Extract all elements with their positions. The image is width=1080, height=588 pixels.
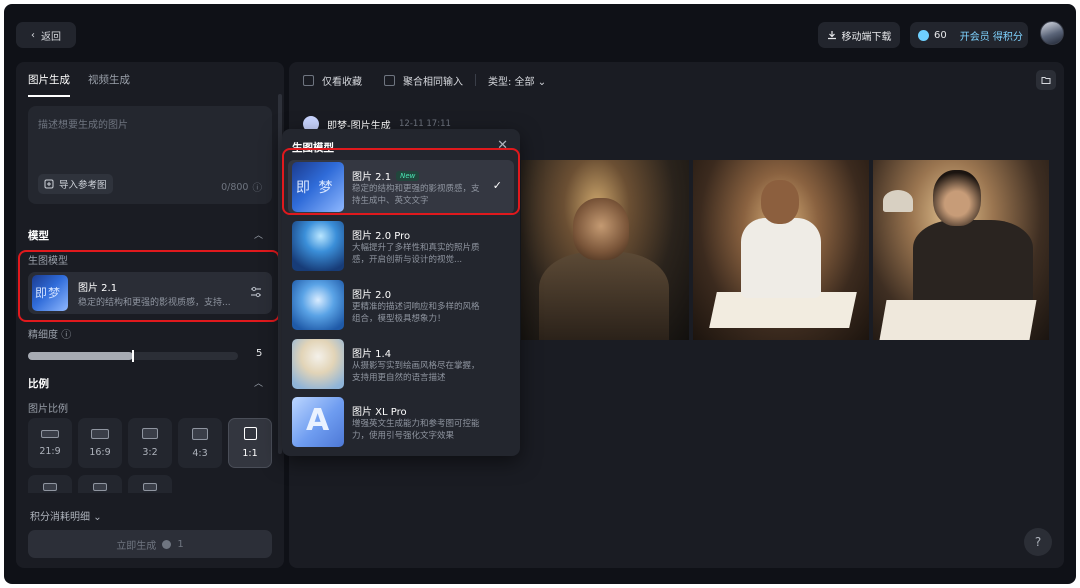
ratio-option-selected[interactable]: 1:1 [228, 418, 272, 468]
cost-detail-toggle[interactable]: 积分消耗明细 ⌄ [30, 508, 102, 523]
ratio-options-more [28, 475, 172, 493]
filter-bar: 仅看收藏 聚合相同输入 类型: 全部 ⌄ [303, 70, 546, 90]
highlight-box-model [18, 250, 280, 322]
model-section-title: 模型 [28, 230, 49, 242]
model-option-name: 图片 2.0 [352, 290, 392, 301]
model-option-desc: 大幅提升了多样性和真实的照片质感，开启创新与设计的视觉... [352, 243, 480, 265]
chevron-up-icon[interactable]: ︿ [254, 228, 263, 241]
tab-image-generation[interactable]: 图片生成 [28, 72, 70, 97]
detail-slider[interactable] [28, 350, 238, 362]
chevron-down-icon: ⌄ [93, 512, 102, 523]
import-reference-button[interactable]: 导入参考图 [38, 174, 113, 194]
ratio-shape-icon [142, 428, 158, 439]
type-filter-dropdown[interactable]: 类型: 全部 ⌄ [488, 73, 546, 88]
detail-label: 精细度 ⓘ [28, 326, 71, 341]
model-option[interactable]: A 图片 XL Pro 增强英文生成能力和参考图可控能力，使用引号强化文字效果 [288, 395, 514, 449]
ratio-option[interactable]: 16:9 [78, 418, 122, 468]
result-image[interactable] [693, 160, 869, 340]
image-import-icon [44, 179, 54, 189]
credit-coin-icon [918, 29, 929, 41]
ratio-shape-icon [91, 428, 109, 439]
model-option-thumbnail [292, 280, 344, 330]
merge-checkbox[interactable] [384, 74, 395, 86]
chevron-down-icon: ⌄ [537, 76, 547, 88]
ratio-shape-icon [192, 427, 208, 440]
cost-detail-label: 积分消耗明细 [30, 512, 90, 523]
divider [475, 74, 476, 86]
model-option-name: 图片 1.4 [352, 349, 392, 360]
result-image[interactable] [521, 160, 689, 340]
ratio-option[interactable]: 4:3 [178, 418, 222, 468]
detail-label-text: 精细度 [28, 330, 58, 341]
model-option[interactable]: 图片 2.0 更精准的描述词响应和多样的风格组合，模型极具想象力！ [288, 278, 514, 332]
char-counter-text: 0/800 [221, 181, 249, 193]
model-option-thumbnail [292, 221, 344, 271]
ratio-label: 3:2 [142, 447, 158, 458]
model-option-thumbnail: A [292, 397, 344, 447]
import-reference-label: 导入参考图 [59, 180, 107, 191]
model-option-desc: 增强英文生成能力和参考图可控能力，使用引号强化文字效果 [352, 419, 480, 441]
download-label: 移动端下载 [841, 31, 892, 43]
ratio-section-title: 比例 [28, 378, 49, 390]
info-icon: ⓘ [61, 330, 72, 341]
ratio-option[interactable] [28, 475, 72, 493]
mobile-download-button[interactable]: 移动端下载 [818, 22, 900, 48]
merge-filter-label[interactable]: 聚合相同输入 [403, 73, 463, 88]
model-option-desc: 更精准的描述词响应和多样的风格组合，模型极具想象力！ [352, 302, 480, 324]
char-counter: 0/800 ⓘ [221, 180, 262, 195]
ratio-sub-label: 图片比例 [28, 404, 68, 415]
thumbnail-glyph: A [306, 403, 330, 438]
model-option[interactable]: 图片 1.4 从摄影写实到绘画风格尽在掌握，支持用更自然的语言描述 [288, 337, 514, 391]
chevron-up-icon[interactable]: ︿ [254, 376, 263, 389]
ratio-label: 1:1 [242, 448, 258, 459]
ratio-label: 16:9 [89, 446, 111, 458]
avatar[interactable] [1040, 21, 1064, 45]
vip-link[interactable]: 开会员 得积分 [960, 28, 1023, 43]
folder-button[interactable] [1036, 70, 1056, 90]
app-window: ‹ 返回 移动端下载 60 开会员 得积分 图片生成 视频生成 描述想要生成的图… [4, 4, 1076, 584]
ratio-option[interactable] [128, 475, 172, 493]
tab-video-generation[interactable]: 视频生成 [88, 72, 130, 97]
credit-coin-icon [162, 539, 172, 549]
prompt-placeholder: 描述想要生成的图片 [38, 120, 128, 131]
detail-slider-handle[interactable] [132, 350, 134, 362]
ratio-label: 21:9 [39, 445, 61, 457]
detail-slider-fill [28, 352, 133, 360]
task-time: 12-11 17:11 [399, 119, 451, 129]
info-icon: ⓘ [252, 183, 262, 194]
back-label: 返回 [41, 31, 61, 43]
ratio-shape-icon [41, 429, 59, 438]
folder-icon [1041, 77, 1051, 84]
credit-count: 60 [934, 29, 947, 41]
help-button[interactable]: ? [1024, 528, 1052, 556]
result-image[interactable] [873, 160, 1049, 340]
ratio-option[interactable]: 21:9 [28, 418, 72, 468]
back-button[interactable]: ‹ 返回 [16, 22, 76, 48]
ratio-options: 21:9 16:9 3:2 4:3 1:1 [28, 418, 272, 468]
chevron-left-icon: ‹ [31, 29, 35, 41]
model-option-name: 图片 XL Pro [352, 407, 407, 418]
download-icon [827, 31, 836, 40]
left-panel: 图片生成 视频生成 描述想要生成的图片 导入参考图 0/800 ⓘ 模型 ︿ 生… [16, 62, 284, 568]
ratio-option[interactable]: 3:2 [128, 418, 172, 468]
model-option-thumbnail [292, 339, 344, 389]
favorites-filter-label[interactable]: 仅看收藏 [322, 73, 362, 88]
model-option-desc: 从摄影写实到绘画风格尽在掌握，支持用更自然的语言描述 [352, 361, 480, 383]
type-filter-label: 类型: 全部 [488, 76, 535, 88]
ratio-label: 4:3 [192, 447, 208, 459]
credits-pill[interactable]: 60 开会员 得积分 [910, 22, 1028, 48]
generate-label: 立即生成 [116, 540, 157, 552]
model-option[interactable]: 图片 2.0 Pro 大幅提升了多样性和真实的照片质感，开启创新与设计的视觉..… [288, 219, 514, 273]
detail-value: 5 [256, 348, 263, 359]
highlight-box-dropdown [282, 148, 520, 215]
favorites-checkbox[interactable] [303, 74, 314, 86]
generate-button[interactable]: 立即生成 1 [28, 530, 272, 558]
mode-tabs: 图片生成 视频生成 [28, 72, 130, 97]
ratio-option[interactable] [78, 475, 122, 493]
ratio-shape-icon [243, 427, 257, 440]
model-option-name: 图片 2.0 Pro [352, 231, 411, 242]
generate-cost: 1 [177, 538, 184, 550]
prompt-input[interactable]: 描述想要生成的图片 导入参考图 0/800 ⓘ [28, 106, 272, 204]
